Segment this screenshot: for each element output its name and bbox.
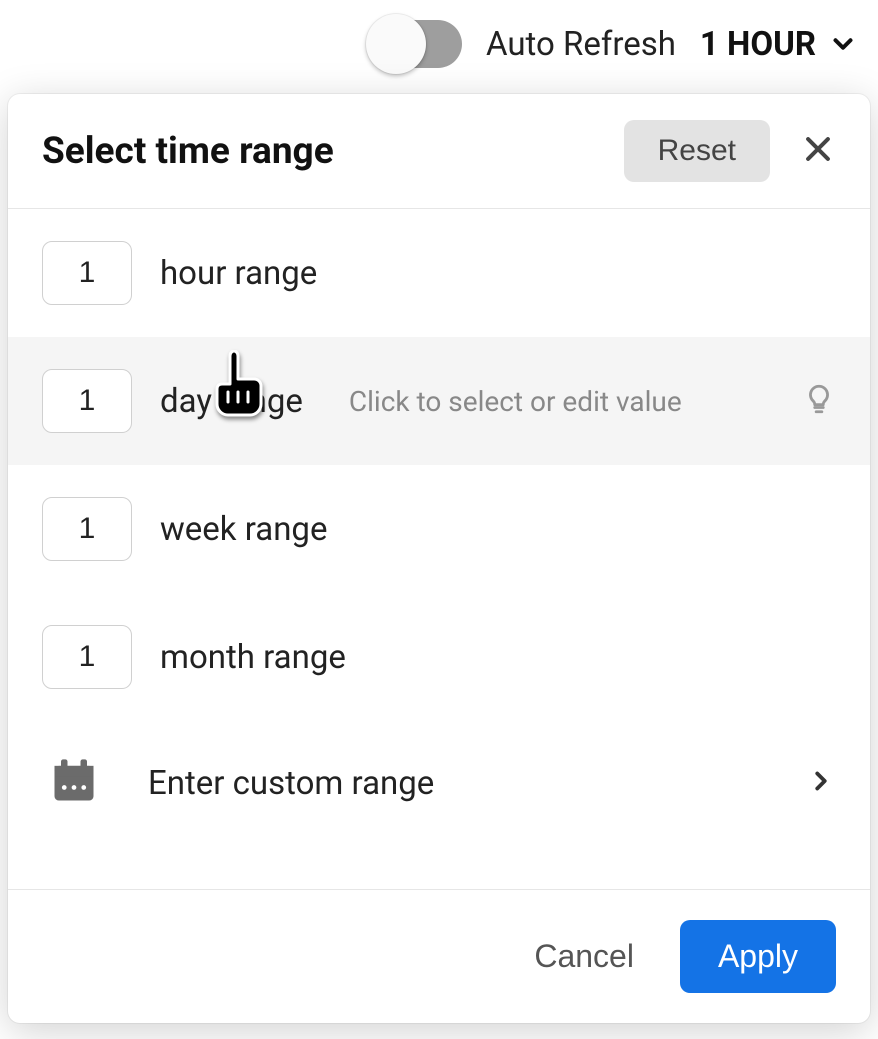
range-label: hour range xyxy=(160,254,317,293)
auto-refresh-toggle[interactable] xyxy=(370,20,462,68)
time-range-value: 1 HOUR xyxy=(700,25,816,64)
close-button[interactable] xyxy=(796,129,840,173)
range-row-week[interactable]: week range xyxy=(8,465,870,593)
range-row-day[interactable]: day range Click to select or edit value xyxy=(8,337,870,465)
range-label: month range xyxy=(160,638,346,677)
chevron-right-icon xyxy=(806,766,836,800)
reset-button[interactable]: Reset xyxy=(624,120,770,182)
calendar-icon xyxy=(48,755,100,811)
range-input-hour[interactable] xyxy=(42,241,132,305)
time-range-dialog: Select time range Reset hour range day r… xyxy=(8,94,870,1023)
dialog-title: Select time range xyxy=(42,130,624,173)
chevron-down-icon xyxy=(828,29,858,59)
range-input-month[interactable] xyxy=(42,625,132,689)
range-input-day[interactable] xyxy=(42,369,132,433)
range-row-hour[interactable]: hour range xyxy=(8,209,870,337)
custom-range-label: Enter custom range xyxy=(148,764,758,803)
custom-range-row[interactable]: Enter custom range xyxy=(8,721,870,851)
auto-refresh-label: Auto Refresh xyxy=(486,25,676,64)
range-label: week range xyxy=(160,510,327,549)
range-row-month[interactable]: month range xyxy=(8,593,870,721)
toggle-knob xyxy=(366,14,426,74)
range-label: day range xyxy=(160,382,303,421)
time-range-dropdown[interactable]: 1 HOUR xyxy=(700,25,858,64)
cancel-button[interactable]: Cancel xyxy=(516,922,652,991)
range-input-week[interactable] xyxy=(42,497,132,561)
apply-button[interactable]: Apply xyxy=(680,920,836,993)
range-hint-text: Click to select or edit value xyxy=(349,385,774,418)
close-icon xyxy=(801,132,835,170)
lightbulb-icon xyxy=(802,382,836,420)
